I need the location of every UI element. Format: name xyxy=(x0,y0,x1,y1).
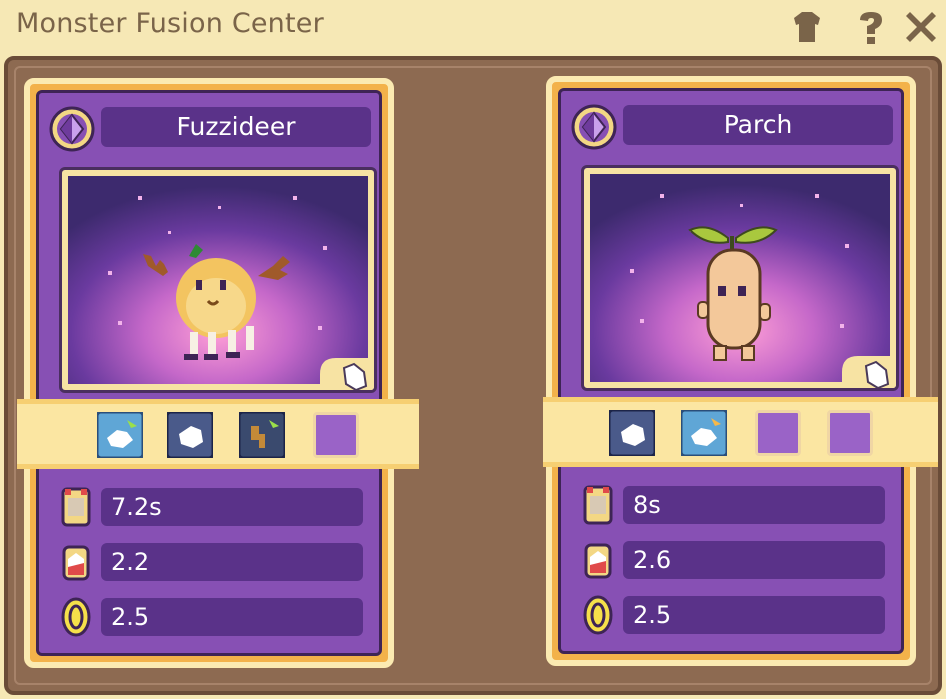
glove-icon[interactable] xyxy=(167,412,213,458)
monster-card-parch[interactable]: Parch 8s 2.6 2.5 xyxy=(543,76,938,666)
stat-time: 8s xyxy=(581,484,901,526)
potion-icon xyxy=(581,539,615,581)
wing-glove-icon[interactable] xyxy=(681,410,727,456)
glove-badge-icon xyxy=(836,340,896,388)
stat-value: 2.2 xyxy=(101,543,363,581)
empty-ability-slot[interactable] xyxy=(755,410,801,456)
element-gem-icon xyxy=(571,104,617,150)
monster-name: Fuzzideer xyxy=(101,107,371,147)
card-body: Parch 8s 2.6 2.5 xyxy=(543,88,938,654)
stat-time: 7.2s xyxy=(59,486,379,528)
time-icon xyxy=(581,484,615,526)
monster-card-fuzzideer[interactable]: Fuzzideer 7.2s 2.2 2.5 xyxy=(17,78,419,668)
ability-ribbon xyxy=(17,399,419,469)
card-body: Fuzzideer 7.2s 2.2 2.5 xyxy=(17,90,419,656)
glove-badge-icon xyxy=(314,342,374,390)
time-icon xyxy=(59,486,93,528)
help-icon[interactable] xyxy=(852,8,890,46)
stat-coin: 2.5 xyxy=(59,596,379,638)
stat-potion: 2.6 xyxy=(581,539,901,581)
close-icon[interactable] xyxy=(902,8,940,46)
stat-value: 2.6 xyxy=(623,541,885,579)
stat-value: 2.5 xyxy=(623,596,885,634)
stat-value: 2.5 xyxy=(101,598,363,636)
monster-portrait xyxy=(581,165,899,391)
potion-icon xyxy=(59,541,93,583)
empty-ability-slot[interactable] xyxy=(827,410,873,456)
stat-value: 8s xyxy=(623,486,885,524)
monster-portrait xyxy=(59,167,377,393)
glove-icon[interactable] xyxy=(609,410,655,456)
wing-glove-icon[interactable] xyxy=(97,412,143,458)
antler-icon[interactable] xyxy=(239,412,285,458)
empty-ability-slot[interactable] xyxy=(313,412,359,458)
title-bar: Monster Fusion Center xyxy=(0,0,946,52)
element-gem-icon xyxy=(49,106,95,152)
ability-ribbon xyxy=(543,397,938,467)
stat-coin: 2.5 xyxy=(581,594,901,636)
stat-value: 7.2s xyxy=(101,488,363,526)
coin-icon xyxy=(59,596,93,638)
monster-name: Parch xyxy=(623,105,893,145)
stat-potion: 2.2 xyxy=(59,541,379,583)
shirt-icon[interactable] xyxy=(788,8,826,46)
coin-icon xyxy=(581,594,615,636)
fusion-panel: Fuzzideer 7.2s 2.2 2.5 Parch 8s 2.6 2.5 xyxy=(4,56,942,695)
window-title: Monster Fusion Center xyxy=(16,8,324,39)
